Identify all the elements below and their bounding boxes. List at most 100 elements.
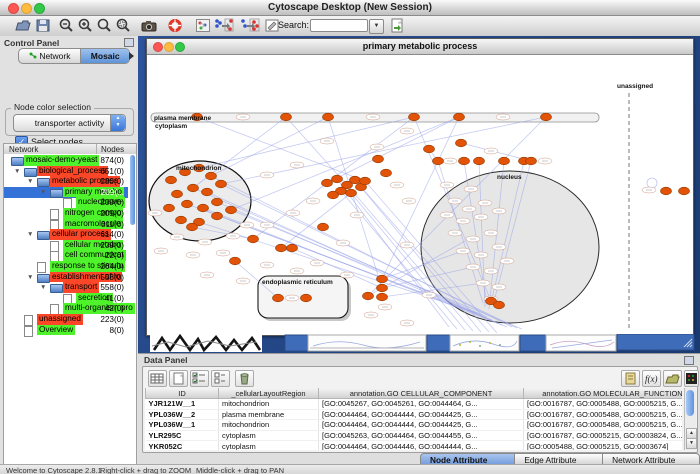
network-canvas[interactable]: plasma membranecytoplasmmitochondrionnuc… [147, 55, 691, 333]
table-cell[interactable]: cytoplasm [219, 430, 319, 441]
network-node[interactable] [226, 206, 237, 214]
table-cell[interactable]: [GO:0045263, GO:0044464, GO:0044455, G..… [319, 430, 524, 441]
table-cell[interactable]: cytoplasm [219, 441, 319, 450]
table-cell[interactable]: [GO:0016787, GO:0005488, GO:0005215, G..… [524, 409, 683, 420]
table-cell[interactable]: [GO:0016787, GO:0005215, GO:0003824, G..… [524, 430, 683, 441]
table-row[interactable]: YPL036W__1mitochondrion[GO:0044464, GO:0… [146, 420, 683, 431]
network-node[interactable] [216, 180, 227, 188]
table-cell[interactable]: [GO:0044464, GO:0044446, GO:0044444, G..… [319, 441, 524, 450]
network-node[interactable] [377, 275, 388, 283]
overview-icon[interactable] [194, 17, 212, 34]
expander-icon[interactable]: ▼ [27, 176, 33, 187]
snapshot-icon[interactable] [140, 17, 158, 34]
table-cell[interactable]: YJR121W__1 [146, 399, 219, 410]
table-cell[interactable]: plasma membrane [219, 409, 319, 420]
import-attributes-icon[interactable] [663, 370, 682, 387]
network-node[interactable] [541, 113, 552, 121]
search-dropdown-icon[interactable]: ▼ [369, 19, 384, 34]
tree-row-nitrogen-compo[interactable]: nitrogen compo209(0) [4, 208, 128, 219]
network-node[interactable] [494, 301, 505, 309]
network-node[interactable] [166, 176, 177, 184]
network-node[interactable] [281, 113, 292, 121]
network-node[interactable] [459, 157, 470, 165]
network-node[interactable] [182, 200, 193, 208]
table-cell[interactable]: mitochondrion [219, 420, 319, 431]
layout-b-icon[interactable] [239, 17, 257, 34]
tab-scroll-right-icon[interactable] [129, 52, 134, 60]
table-cell[interactable]: [GO:0016787, GO:0005488, GO:0005215, G..… [524, 399, 683, 410]
table-row[interactable]: YJR121W__1mitochondrion[GO:0045267, GO:0… [146, 399, 683, 410]
table-cell[interactable]: YPL036W__2 [146, 409, 219, 420]
table-cell[interactable]: [GO:0045267, GO:0045261, GO:0044464, G..… [319, 399, 524, 410]
table-row[interactable]: YKR052Ccytoplasm[GO:0044464, GO:0044446,… [146, 441, 683, 450]
network-node[interactable] [301, 294, 312, 302]
open-file-icon[interactable] [14, 17, 32, 34]
network-node[interactable] [212, 198, 223, 206]
function-builder-icon[interactable]: f(x) [642, 370, 661, 387]
zoom-selected-icon[interactable] [115, 17, 133, 34]
tree-row-unassigned[interactable]: unassigned223(0) [4, 314, 128, 325]
table-row[interactable]: YPL036W__2plasma membrane[GO:0044464, GO… [146, 409, 683, 420]
table-scrollbar[interactable]: ▲ ▼ [684, 388, 696, 450]
scroll-down-icon[interactable]: ▼ [686, 438, 697, 449]
network-node[interactable] [202, 188, 213, 196]
network-node[interactable] [332, 175, 343, 183]
network-node[interactable] [187, 223, 198, 231]
layout-a-icon[interactable] [213, 17, 231, 34]
network-node[interactable] [381, 169, 392, 177]
network-node[interactable] [322, 179, 333, 187]
node-color-dropdown[interactable]: transporter activity ▲▼ [13, 114, 126, 132]
network-node[interactable] [328, 191, 339, 199]
network-node[interactable] [248, 235, 259, 243]
network-node[interactable] [287, 244, 298, 252]
float-data-panel-icon[interactable] [684, 356, 694, 365]
save-icon[interactable] [34, 17, 52, 34]
network-node[interactable] [206, 172, 217, 180]
tree-row-overview[interactable]: Overview8(0) [4, 325, 128, 336]
tree-row-cellular-process[interactable]: ▼cellular process614(0) [4, 229, 128, 240]
table-cell[interactable]: YLR295C [146, 430, 219, 441]
tree-row-cellular-metabo[interactable]: cellular metabo209(0) [4, 240, 128, 251]
network-node[interactable] [363, 292, 374, 300]
network-node[interactable] [176, 216, 187, 224]
edge[interactable] [211, 117, 328, 176]
zoom-in-icon[interactable] [77, 17, 95, 34]
network-node[interactable] [661, 187, 672, 195]
tree-row-biological-process[interactable]: ▼biological_process651(0) [4, 166, 128, 177]
network-node[interactable] [273, 294, 284, 302]
network-node[interactable] [172, 190, 183, 198]
table-cell[interactable]: [GO:0044464, GO:0044444, GO:0044425, G..… [319, 409, 524, 420]
table-cell[interactable]: YKR052C [146, 441, 219, 450]
network-node[interactable] [360, 177, 371, 185]
network-node[interactable] [350, 176, 361, 184]
select-attributes-icon[interactable] [190, 370, 209, 387]
attribute-table-icon[interactable] [148, 370, 167, 387]
expander-icon[interactable]: ▼ [40, 282, 46, 293]
table-header-2[interactable]: annotation.GO CELLULAR_COMPONENT [319, 388, 524, 399]
network-node[interactable] [346, 189, 357, 197]
tree-row-primary-metabo[interactable]: ▼primary metabo209(... [4, 187, 128, 198]
self-loop-edge[interactable] [647, 178, 657, 188]
table-cell[interactable]: [GO:0016787, GO:0005488, GO:0005215, G..… [524, 420, 683, 431]
tree-row-nucleobase-[interactable]: nucleobase-209(0) [4, 197, 128, 208]
tree-row-establishment-of-lo[interactable]: ▼establishment of lo558(0) [4, 272, 128, 283]
tree-row-secretion[interactable]: secretion41(0) [4, 293, 128, 304]
network-node[interactable] [188, 184, 199, 192]
help-icon[interactable] [166, 17, 184, 34]
tab-mosaic[interactable]: Mosaic [80, 49, 129, 63]
expander-icon[interactable]: ▼ [27, 229, 33, 240]
table-header-3[interactable]: annotation.GO MOLECULAR_FUNCTION [524, 388, 683, 399]
attribute-matrix-icon[interactable] [684, 370, 699, 387]
tree-row-cell-communicat[interactable]: cell communicat22(0) [4, 250, 128, 261]
network-node[interactable] [373, 155, 384, 163]
network-node[interactable] [164, 204, 175, 212]
network-node[interactable] [433, 157, 444, 165]
scrollbar-thumb[interactable] [686, 390, 694, 416]
expander-icon[interactable]: ▼ [40, 187, 46, 198]
network-node[interactable] [456, 139, 467, 147]
network-node[interactable] [212, 212, 223, 220]
import-icon[interactable] [388, 17, 406, 34]
network-node[interactable] [499, 157, 510, 165]
tree-scrollbar[interactable] [130, 155, 135, 225]
tree-row-response-to-stimulu[interactable]: response to stimulu264(0) [4, 261, 128, 272]
